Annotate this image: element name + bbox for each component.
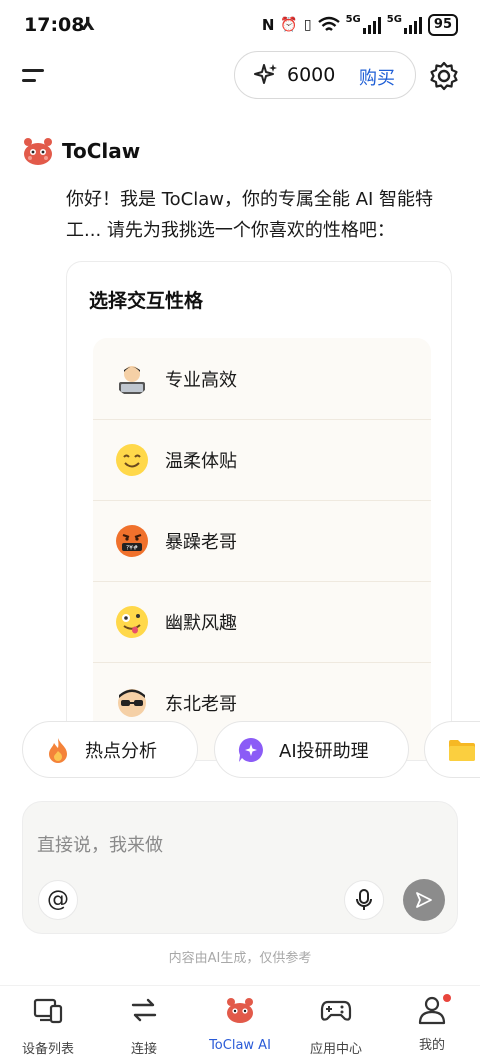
personality-option-grumpy[interactable]: ?¥# 暴躁老哥 bbox=[93, 500, 431, 581]
sparkle-icon bbox=[254, 64, 277, 84]
status-bar: 17:08 ⅄ N ⏰ ▯ 5G 5G 95 bbox=[0, 0, 480, 52]
send-arrow-icon bbox=[416, 892, 432, 908]
microphone-icon bbox=[356, 889, 372, 910]
nav-item-app-center[interactable]: 应用中心 bbox=[288, 992, 384, 1058]
personality-options-list: 专业高效 温柔体贴 ?¥# 暴躁老哥 幽默风趣 东北老哥 bbox=[93, 338, 431, 760]
suggestion-chip-label: 热点分析 bbox=[85, 740, 157, 762]
swap-arrows-icon bbox=[131, 998, 157, 1022]
settings-gear-icon[interactable] bbox=[428, 60, 460, 92]
navigation-indicator-icon: ⅄ bbox=[81, 14, 95, 35]
fire-icon bbox=[49, 737, 67, 763]
personality-option-label: 温柔体贴 bbox=[165, 451, 237, 472]
nav-label: ToClaw AI bbox=[209, 1038, 271, 1053]
sunglasses-emoji-icon bbox=[118, 689, 146, 717]
send-button[interactable] bbox=[403, 879, 445, 921]
personality-option-professional[interactable]: 专业高效 bbox=[93, 338, 431, 419]
nav-label: 我的 bbox=[418, 1038, 445, 1053]
nav-label: 设备列表 bbox=[21, 1042, 74, 1057]
folder-icon bbox=[449, 739, 475, 761]
personality-selection-card: 选择交互性格 专业高效 温柔体贴 ?¥# 暴躁老哥 幽默风趣 东北老哥 bbox=[66, 261, 452, 761]
sparkle-chat-icon bbox=[238, 737, 263, 762]
bot-name: ToClaw bbox=[62, 139, 141, 163]
technologist-emoji-icon bbox=[119, 365, 145, 394]
signal-bars-icon-2 bbox=[403, 16, 422, 34]
alarm-icon: ⏰ bbox=[280, 17, 298, 33]
devices-icon bbox=[33, 998, 63, 1024]
profile-icon-wrap bbox=[416, 994, 451, 1026]
wifi-icon bbox=[317, 16, 340, 31]
status-time: 17:08 bbox=[24, 14, 85, 36]
nav-item-toclaw-ai[interactable]: ToClaw AI bbox=[192, 992, 288, 1058]
personality-option-humorous[interactable]: 幽默风趣 bbox=[93, 581, 431, 662]
mention-button[interactable]: @ bbox=[38, 880, 78, 920]
nav-item-devices[interactable]: 设备列表 bbox=[0, 992, 96, 1058]
suggestion-chip-hot-analysis[interactable]: 热点分析 bbox=[22, 721, 198, 778]
nav-item-connect[interactable]: 连接 bbox=[96, 992, 192, 1058]
ai-disclaimer: 内容由AI生成，仅供参考 bbox=[168, 951, 312, 966]
bot-header: ToClaw bbox=[22, 136, 140, 166]
nav-label: 应用中心 bbox=[309, 1042, 362, 1057]
top-bar: 6000 购买 bbox=[0, 50, 480, 102]
message-composer: @ bbox=[22, 801, 458, 934]
menu-icon[interactable] bbox=[20, 64, 48, 88]
signal-5g-label: 5G bbox=[345, 14, 361, 25]
angry-symbols-emoji-icon: ?¥# bbox=[116, 525, 148, 557]
suggestion-chip-label: AI投研助理 bbox=[279, 740, 369, 762]
status-icons: N ⏰ ▯ 5G 5G 95 bbox=[262, 14, 458, 36]
credits-balance: 6000 bbox=[287, 64, 336, 86]
voice-input-button[interactable] bbox=[344, 880, 384, 920]
zany-face-emoji-icon bbox=[116, 606, 148, 638]
notification-badge bbox=[443, 994, 451, 1002]
suggestion-chips: 热点分析 AI投研助理 bbox=[22, 721, 480, 779]
suggestion-chip-ai-research[interactable]: AI投研助理 bbox=[214, 721, 409, 778]
card-title: 选择交互性格 bbox=[89, 290, 204, 312]
nfc-icon: N bbox=[261, 16, 275, 34]
nav-item-profile[interactable]: 我的 bbox=[384, 992, 480, 1058]
personality-option-gentle[interactable]: 温柔体贴 bbox=[93, 419, 431, 500]
credits-pill[interactable]: 6000 购买 bbox=[234, 51, 416, 99]
toclaw-mascot-icon bbox=[227, 998, 253, 1023]
gamepad-icon bbox=[320, 1000, 352, 1021]
battery-indicator: 95 bbox=[427, 14, 458, 36]
buy-button[interactable]: 购买 bbox=[359, 64, 395, 90]
personality-option-label: 专业高效 bbox=[165, 369, 237, 391]
smiling-face-emoji-icon bbox=[116, 444, 148, 476]
personality-option-label: 东北老哥 bbox=[165, 694, 237, 715]
personality-option-label: 暴躁老哥 bbox=[165, 532, 237, 553]
bottom-navigation: 设备列表 连接 ToClaw AI 应用中心 我的 bbox=[0, 985, 480, 1061]
vibrate-icon: ▯ bbox=[303, 17, 312, 33]
suggestion-chip-folder[interactable] bbox=[424, 721, 480, 778]
svg-text:?¥#: ?¥# bbox=[126, 545, 138, 552]
signal-5g-label-2: 5G bbox=[386, 14, 402, 25]
nav-label: 连接 bbox=[130, 1042, 157, 1057]
personality-option-label: 幽默风趣 bbox=[165, 613, 237, 634]
message-input[interactable] bbox=[37, 830, 437, 860]
toclaw-mascot-icon bbox=[24, 138, 52, 165]
at-sign-icon: @ bbox=[47, 887, 69, 912]
signal-bars-icon bbox=[362, 16, 381, 34]
bot-greeting-message: 你好！我是 ToClaw，你的专属全能 AI 智能特工... 请先为我挑选一个你… bbox=[66, 189, 434, 241]
